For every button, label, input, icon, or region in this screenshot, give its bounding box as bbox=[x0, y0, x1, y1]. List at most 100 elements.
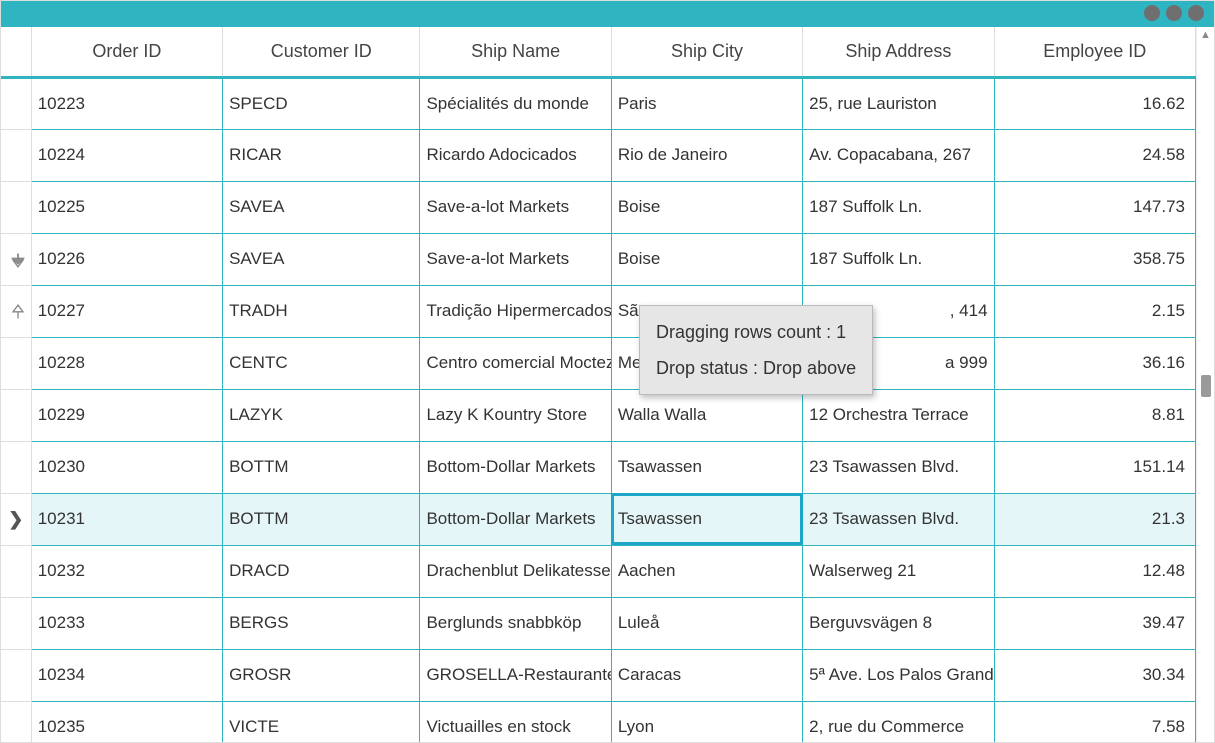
col-header-ship-name[interactable]: Ship Name bbox=[420, 27, 611, 77]
cell-employee-id[interactable]: 39.47 bbox=[994, 597, 1195, 649]
cell-customer-id[interactable]: DRACD bbox=[223, 545, 420, 597]
table-row[interactable]: 10229LAZYKLazy K Kountry StoreWalla Wall… bbox=[1, 389, 1196, 441]
table-row[interactable]: 10228CENTCCentro comercial MoctezumaMea … bbox=[1, 337, 1196, 389]
cell-customer-id[interactable]: VICTE bbox=[223, 701, 420, 742]
cell-employee-id[interactable]: 30.34 bbox=[994, 649, 1195, 701]
cell-ship-name[interactable]: Bottom-Dollar Markets bbox=[420, 493, 611, 545]
data-grid-viewport[interactable]: Order ID Customer ID Ship Name Ship City… bbox=[1, 27, 1196, 742]
scroll-thumb[interactable] bbox=[1201, 375, 1211, 397]
window-control-dot[interactable] bbox=[1166, 5, 1182, 21]
cell-ship-address[interactable]: 187 Suffolk Ln. bbox=[803, 233, 994, 285]
cell-ship-address[interactable]: 23 Tsawassen Blvd. bbox=[803, 493, 994, 545]
cell-order-id[interactable]: 10226 bbox=[31, 233, 222, 285]
table-row[interactable]: 10230BOTTMBottom-Dollar MarketsTsawassen… bbox=[1, 441, 1196, 493]
scroll-up-icon[interactable]: ▲ bbox=[1197, 29, 1214, 41]
cell-order-id[interactable]: 10231 bbox=[31, 493, 222, 545]
cell-employee-id[interactable]: 2.15 bbox=[994, 285, 1195, 337]
cell-ship-city[interactable]: Walla Walla bbox=[611, 389, 802, 441]
cell-customer-id[interactable]: GROSR bbox=[223, 649, 420, 701]
cell-ship-address[interactable]: 2, rue du Commerce bbox=[803, 701, 994, 742]
cell-ship-name[interactable]: Ricardo Adocicados bbox=[420, 129, 611, 181]
cell-ship-city[interactable]: Tsawassen bbox=[611, 441, 802, 493]
cell-employee-id[interactable]: 12.48 bbox=[994, 545, 1195, 597]
cell-employee-id[interactable]: 147.73 bbox=[994, 181, 1195, 233]
cell-ship-name[interactable]: GROSELLA-Restaurante bbox=[420, 649, 611, 701]
col-header-employee-id[interactable]: Employee ID bbox=[994, 27, 1195, 77]
cell-order-id[interactable]: 10233 bbox=[31, 597, 222, 649]
cell-ship-name[interactable]: Tradição Hipermercados bbox=[420, 285, 611, 337]
table-row[interactable]: 10227TRADHTradição HipermercadosSão, 414… bbox=[1, 285, 1196, 337]
table-row[interactable]: 10224RICARRicardo AdocicadosRio de Janei… bbox=[1, 129, 1196, 181]
cell-employee-id[interactable]: 36.16 bbox=[994, 337, 1195, 389]
cell-customer-id[interactable]: LAZYK bbox=[223, 389, 420, 441]
cell-ship-name[interactable]: Lazy K Kountry Store bbox=[420, 389, 611, 441]
cell-customer-id[interactable]: SAVEA bbox=[223, 181, 420, 233]
cell-order-id[interactable]: 10227 bbox=[31, 285, 222, 337]
cell-employee-id[interactable]: 21.3 bbox=[994, 493, 1195, 545]
cell-customer-id[interactable]: RICAR bbox=[223, 129, 420, 181]
cell-order-id[interactable]: 10230 bbox=[31, 441, 222, 493]
cell-customer-id[interactable]: SPECD bbox=[223, 77, 420, 129]
cell-ship-name[interactable]: Save-a-lot Markets bbox=[420, 233, 611, 285]
cell-ship-address[interactable]: 187 Suffolk Ln. bbox=[803, 181, 994, 233]
table-row[interactable]: 10226SAVEASave-a-lot MarketsBoise187 Suf… bbox=[1, 233, 1196, 285]
col-header-order-id[interactable]: Order ID bbox=[31, 27, 222, 77]
cell-ship-city[interactable]: Luleå bbox=[611, 597, 802, 649]
cell-ship-name[interactable]: Save-a-lot Markets bbox=[420, 181, 611, 233]
cell-ship-city[interactable]: Rio de Janeiro bbox=[611, 129, 802, 181]
col-header-customer-id[interactable]: Customer ID bbox=[223, 27, 420, 77]
cell-ship-address[interactable]: 25, rue Lauriston bbox=[803, 77, 994, 129]
cell-order-id[interactable]: 10224 bbox=[31, 129, 222, 181]
cell-employee-id[interactable]: 24.58 bbox=[994, 129, 1195, 181]
cell-ship-address[interactable]: Walserweg 21 bbox=[803, 545, 994, 597]
col-header-ship-city[interactable]: Ship City bbox=[611, 27, 802, 77]
window-control-dot[interactable] bbox=[1144, 5, 1160, 21]
cell-ship-address[interactable]: 23 Tsawassen Blvd. bbox=[803, 441, 994, 493]
cell-order-id[interactable]: 10225 bbox=[31, 181, 222, 233]
cell-customer-id[interactable]: TRADH bbox=[223, 285, 420, 337]
cell-ship-city[interactable]: Paris bbox=[611, 77, 802, 129]
table-row[interactable]: 10223SPECDSpécialités du mondeParis25, r… bbox=[1, 77, 1196, 129]
table-row[interactable]: 10235VICTEVictuailles en stockLyon2, rue… bbox=[1, 701, 1196, 742]
cell-order-id[interactable]: 10234 bbox=[31, 649, 222, 701]
cell-ship-city[interactable]: Aachen bbox=[611, 545, 802, 597]
cell-ship-name[interactable]: Berglunds snabbköp bbox=[420, 597, 611, 649]
cell-ship-name[interactable]: Victuailles en stock bbox=[420, 701, 611, 742]
cell-ship-name[interactable]: Centro comercial Moctezuma bbox=[420, 337, 611, 389]
cell-customer-id[interactable]: CENTC bbox=[223, 337, 420, 389]
cell-ship-city[interactable]: Caracas bbox=[611, 649, 802, 701]
table-row[interactable]: 10225SAVEASave-a-lot MarketsBoise187 Suf… bbox=[1, 181, 1196, 233]
cell-employee-id[interactable]: 8.81 bbox=[994, 389, 1195, 441]
cell-employee-id[interactable]: 358.75 bbox=[994, 233, 1195, 285]
cell-customer-id[interactable]: BOTTM bbox=[223, 493, 420, 545]
cell-customer-id[interactable]: BOTTM bbox=[223, 441, 420, 493]
table-row[interactable]: 10232DRACDDrachenblut DelikatessenAachen… bbox=[1, 545, 1196, 597]
cell-order-id[interactable]: 10223 bbox=[31, 77, 222, 129]
cell-ship-address[interactable]: 5ª Ave. Los Palos Grandes bbox=[803, 649, 994, 701]
table-row[interactable]: ❯10231BOTTMBottom-Dollar MarketsTsawasse… bbox=[1, 493, 1196, 545]
cell-ship-address[interactable]: Av. Copacabana, 267 bbox=[803, 129, 994, 181]
cell-employee-id[interactable]: 151.14 bbox=[994, 441, 1195, 493]
cell-customer-id[interactable]: SAVEA bbox=[223, 233, 420, 285]
cell-ship-city[interactable]: Lyon bbox=[611, 701, 802, 742]
table-row[interactable]: 10234GROSRGROSELLA-RestauranteCaracas5ª … bbox=[1, 649, 1196, 701]
window-control-dot[interactable] bbox=[1188, 5, 1204, 21]
cell-order-id[interactable]: 10229 bbox=[31, 389, 222, 441]
cell-order-id[interactable]: 10232 bbox=[31, 545, 222, 597]
cell-employee-id[interactable]: 7.58 bbox=[994, 701, 1195, 742]
cell-ship-city[interactable]: Tsawassen bbox=[611, 493, 802, 545]
cell-ship-address[interactable]: Berguvsvägen 8 bbox=[803, 597, 994, 649]
cell-ship-name[interactable]: Spécialités du monde bbox=[420, 77, 611, 129]
cell-ship-city[interactable]: Boise bbox=[611, 181, 802, 233]
cell-order-id[interactable]: 10235 bbox=[31, 701, 222, 742]
cell-employee-id[interactable]: 16.62 bbox=[994, 77, 1195, 129]
cell-customer-id[interactable]: BERGS bbox=[223, 597, 420, 649]
cell-ship-name[interactable]: Drachenblut Delikatessen bbox=[420, 545, 611, 597]
cell-ship-name[interactable]: Bottom-Dollar Markets bbox=[420, 441, 611, 493]
cell-order-id[interactable]: 10228 bbox=[31, 337, 222, 389]
cell-ship-address[interactable]: 12 Orchestra Terrace bbox=[803, 389, 994, 441]
vertical-scrollbar[interactable]: ▲ bbox=[1196, 27, 1214, 742]
cell-ship-city[interactable]: Boise bbox=[611, 233, 802, 285]
col-header-ship-address[interactable]: Ship Address bbox=[803, 27, 994, 77]
titlebar[interactable] bbox=[1, 1, 1214, 27]
